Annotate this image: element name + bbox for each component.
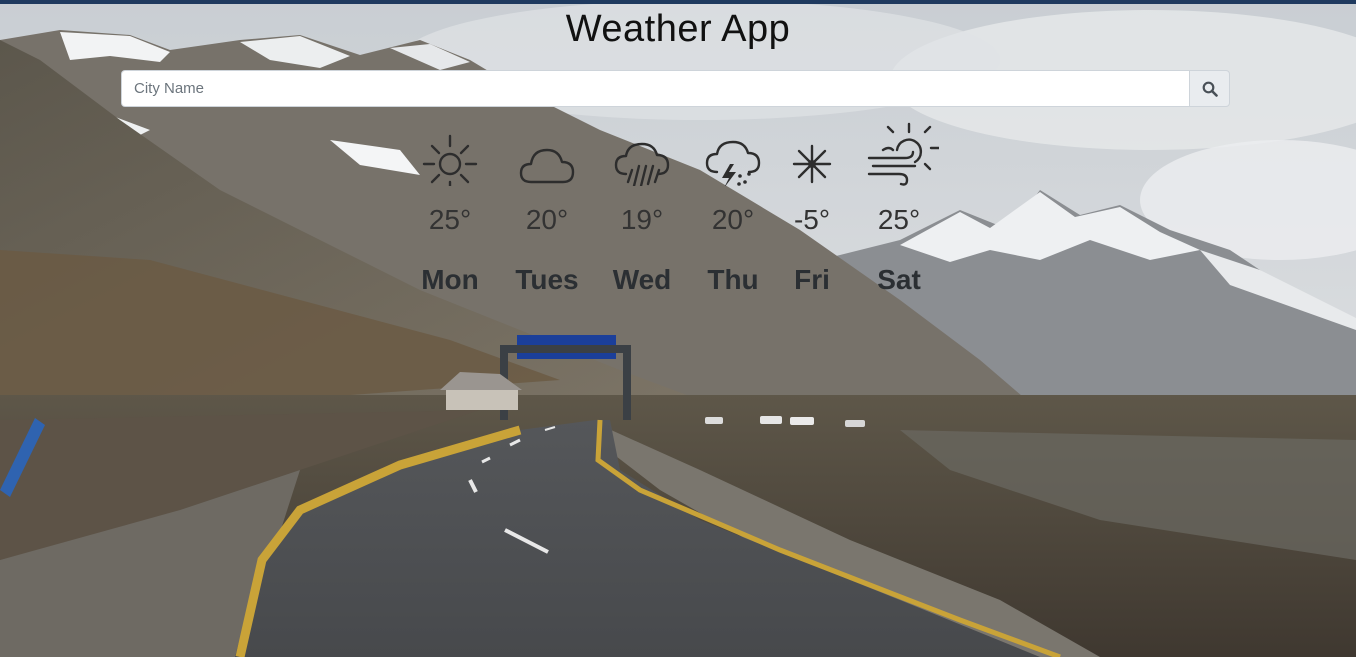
forecast-day-fri: -5° Fri bbox=[767, 126, 857, 295]
sun-icon bbox=[422, 134, 478, 186]
forecast-day-sat: 25° Sat bbox=[854, 122, 944, 295]
cloud-icon bbox=[519, 148, 575, 184]
thunderstorm-icon bbox=[705, 140, 761, 186]
windy-sun-icon bbox=[867, 122, 939, 186]
day-name: Mon bbox=[421, 264, 479, 295]
day-temperature: 25° bbox=[428, 204, 472, 235]
forecast-day-wed: 19° Wed bbox=[597, 126, 687, 295]
day-temperature: -5° bbox=[793, 204, 831, 235]
forecast-day-tues: 20° Tues bbox=[502, 126, 592, 295]
day-name: Tues bbox=[515, 264, 579, 295]
top-accent-bar bbox=[0, 0, 1356, 4]
rain-icon bbox=[614, 142, 670, 186]
day-name: Wed bbox=[612, 264, 672, 295]
forecast-day-thu: 20° Thu bbox=[688, 126, 778, 295]
forecast-row: 25° Mon 20° Tues 19° Wed 20° Thu -5° Fri… bbox=[0, 0, 1356, 320]
snowflake-icon bbox=[792, 144, 832, 184]
day-temperature: 19° bbox=[620, 204, 664, 235]
day-temperature: 20° bbox=[525, 204, 569, 235]
day-temperature: 25° bbox=[877, 204, 921, 235]
day-name: Fri bbox=[794, 264, 830, 295]
forecast-day-mon: 25° Mon bbox=[405, 126, 495, 295]
day-temperature: 20° bbox=[711, 204, 755, 235]
day-name: Thu bbox=[707, 264, 759, 295]
day-name: Sat bbox=[877, 264, 921, 295]
